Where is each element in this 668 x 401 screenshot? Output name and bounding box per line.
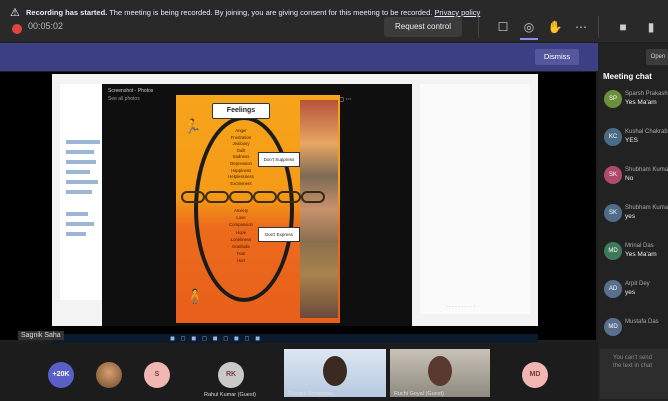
chat-message-text: yes: [625, 213, 636, 220]
chat-avatar: MD: [604, 242, 622, 260]
chat-sender: Mrinal Das: [625, 243, 654, 249]
poster-word: Anger: [235, 128, 247, 133]
mic-icon[interactable]: ▮: [642, 18, 660, 36]
camera-icon[interactable]: ■: [614, 18, 632, 36]
taskbar-icons[interactable]: ◼ ◻ ◼ ◻ ◼ ◻ ◼ ◻ ◼: [170, 335, 262, 342]
poster-photo-strip: [300, 100, 338, 318]
tree-row: [66, 170, 90, 174]
poster-word: Happiness: [230, 167, 252, 173]
chat-compose-placeholder: You can't send the text in chat: [613, 355, 653, 369]
viewer-menu[interactable]: See all photos: [108, 96, 140, 102]
chat-message-text: Yes Ma'am: [625, 251, 657, 258]
chat-avatar: SK: [604, 166, 622, 184]
chat-sender: Arpit Dey: [625, 281, 650, 287]
tree-row: [66, 212, 88, 216]
recording-time: 00:05:02: [28, 21, 64, 31]
tree-row: [66, 232, 86, 236]
poster-word: Hope: [235, 229, 247, 235]
poster-chain-links: [181, 191, 325, 203]
tree-row: [66, 190, 92, 194]
request-control-button[interactable]: Request control: [384, 17, 462, 37]
tree-row: [66, 222, 94, 226]
tree-row: [66, 150, 94, 154]
chat-icon[interactable]: ☐: [494, 18, 512, 36]
participant-avatar[interactable]: MD: [522, 362, 548, 388]
poster-word: Compassion: [229, 222, 253, 228]
toolbar-divider: [598, 16, 599, 38]
participant-photo[interactable]: [96, 362, 122, 388]
chat-sender: Shubham Kumar: [625, 205, 668, 211]
privacy-policy-link[interactable]: Privacy policy: [434, 8, 480, 17]
poster-word: Anxiety: [233, 208, 249, 213]
participant-face: [323, 356, 347, 386]
more-options-icon[interactable]: ⋯: [572, 18, 590, 36]
banner-bold-text: Recording has started.: [26, 8, 108, 17]
tree-row: [66, 140, 100, 144]
chat-sender: Sparsh Prakash: [625, 91, 668, 97]
poster-word: Fear: [236, 251, 246, 257]
poster-word: Helplessness: [228, 174, 254, 180]
poster-title: Feelings: [212, 103, 270, 119]
poster-word: Sadness: [232, 154, 250, 160]
poster-word: Guilt: [236, 147, 246, 153]
sitting-figure-icon: 🧍: [186, 288, 204, 304]
raise-hand-icon[interactable]: ✋: [546, 18, 564, 36]
chat-message-text: Yes Ma'am: [625, 99, 657, 106]
chat-open-button[interactable]: Open: [646, 49, 668, 65]
poster-word: Love: [236, 215, 246, 221]
recording-indicator-icon: [12, 24, 22, 34]
chat-sender: Kushal Chakraborty: [625, 129, 668, 135]
chat-message-text: No: [625, 175, 634, 182]
chat-sender: Shubham Kumar: [625, 167, 668, 173]
browser-window: [420, 84, 530, 314]
meeting-toolbar: [0, 0, 668, 42]
poster-word: Gratitude: [232, 244, 250, 249]
chat-avatar: SP: [604, 90, 622, 108]
chat-avatar: KC: [604, 128, 622, 146]
recording-banner-text: Recording has started. The meeting is be…: [26, 8, 480, 17]
tree-row: [66, 160, 96, 164]
participant-avatar[interactable]: RK: [218, 362, 244, 388]
participant-name: Ruchi Goyal (Guest): [394, 391, 444, 397]
poster-word: Hurt: [236, 258, 246, 264]
recording-banner: [0, 43, 598, 71]
browser-snippet: · · · · · · · · · ·: [446, 304, 476, 310]
participant-face: [428, 356, 452, 386]
poster-word: Depression: [230, 161, 252, 166]
participant-name: Rahul Kumar (Guest): [204, 392, 256, 398]
dismiss-button[interactable]: Dismiss: [535, 49, 579, 65]
chat-message-text: yes: [625, 289, 636, 296]
chat-avatar: MD: [604, 318, 622, 336]
participant-avatar[interactable]: S: [144, 362, 170, 388]
chat-sender: Mustafa Das: [625, 319, 659, 325]
active-tab-indicator: [520, 38, 538, 40]
participant-avatar[interactable]: +20K: [48, 362, 74, 388]
chat-avatar: AD: [604, 280, 622, 298]
poster-word: Excitement: [230, 180, 252, 186]
viewer-title: Screenshot - Photos: [108, 88, 154, 94]
poster-word: Loneliness: [230, 236, 252, 242]
warning-icon: ⚠: [10, 7, 20, 19]
people-icon[interactable]: ◎: [520, 18, 538, 36]
poster-word: Frustration: [230, 134, 252, 140]
participant-name: Shivani Srivastava: [288, 391, 334, 397]
presenter-name: Sagnik Saha: [18, 331, 64, 340]
banner-body-text: The meeting is being recorded. By joinin…: [107, 8, 435, 17]
chat-message-text: YES: [625, 137, 639, 144]
tree-row: [66, 180, 98, 184]
toolbar-divider: [478, 16, 479, 38]
running-figure-icon: 🏃: [184, 118, 202, 134]
poster-word: Jealousy: [232, 141, 250, 147]
chat-title: Meeting chat: [603, 72, 652, 81]
chat-avatar: SK: [604, 204, 622, 222]
